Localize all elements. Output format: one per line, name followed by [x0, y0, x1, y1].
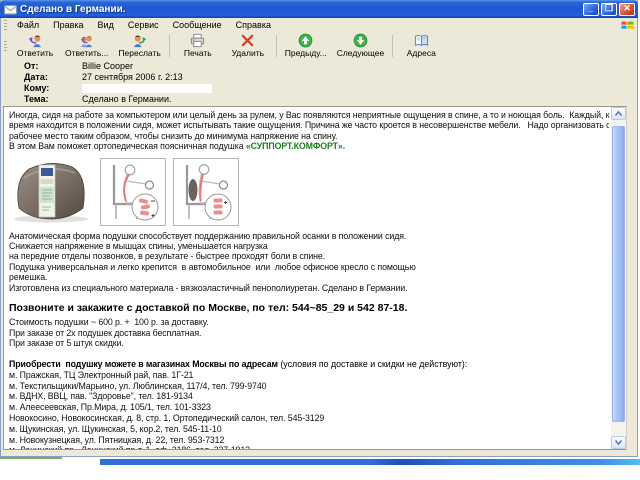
title-bar[interactable]: Сделано в Германии. _ ❐ ✕: [0, 0, 638, 18]
order-detail-line: При заказе от 5 штук скидки.: [9, 338, 609, 349]
store-address: м. Текстильщики/Марьино, ул. Люблинская,…: [9, 381, 609, 392]
store-address: м. Щукинская, ул. Щукинская, 5, кор.2, т…: [9, 424, 609, 435]
posture-diagram-with-pillow-image: [173, 158, 239, 226]
email-message-window: Сделано в Германии. _ ❐ ✕ Файл Правка Ви…: [0, 0, 638, 457]
product-name: «СУППОРТ.КОМФОРТ».: [246, 141, 345, 151]
header-row-date: Дата: 27 сентября 2006 г. 2:13: [2, 72, 637, 83]
previous-button-label: Предыду...: [285, 48, 327, 58]
forward-button-label: Переслать: [118, 48, 160, 58]
pillow-photo-image: [9, 158, 93, 224]
chevron-up-icon: [615, 111, 622, 116]
to-label: Кому:: [2, 83, 82, 94]
menu-help[interactable]: Справка: [229, 19, 278, 31]
scroll-down-button[interactable]: [611, 436, 626, 449]
toolbar-grip-handle[interactable]: [4, 41, 7, 51]
store-address: м. Алеесеевская, Пр.Мира, д. 105/1, тел.…: [9, 402, 609, 413]
toolbar-separator: [392, 35, 393, 57]
reply-button-label: Ответить: [17, 48, 53, 58]
reply-button[interactable]: Ответить: [10, 33, 60, 59]
delete-button-label: Удалить: [232, 48, 264, 58]
scroll-up-button[interactable]: [611, 107, 626, 120]
toolbar: Ответить Ответить...: [2, 32, 637, 60]
menu-grip-handle[interactable]: [4, 20, 7, 30]
vertical-scrollbar[interactable]: [611, 107, 626, 449]
date-label: Дата:: [2, 72, 82, 83]
order-details: Стоимость подушки ~ 600 р. + 100 р. за д…: [9, 317, 609, 349]
date-value: 27 сентября 2006 г. 2:13: [82, 72, 183, 83]
order-detail-line: Стоимость подушки ~ 600 р. + 100 р. за д…: [9, 317, 609, 328]
subject-label: Тема:: [2, 94, 82, 105]
mail-icon: [4, 4, 17, 15]
stores-heading-normal: (условия по доставке и скидки не действу…: [278, 359, 467, 369]
window-title: Сделано в Германии.: [20, 4, 583, 15]
stores-heading-bold: Приобрести подушку можете в магазинах Мо…: [9, 359, 278, 369]
delete-icon: [240, 33, 255, 48]
toolbar-separator: [276, 35, 277, 57]
print-button[interactable]: Печать: [173, 33, 223, 59]
next-button-label: Следующее: [337, 48, 385, 58]
windows-logo-icon: [620, 18, 635, 32]
helper-prefix: В этом Вам поможет ортопедическая поясни…: [9, 141, 246, 151]
reply-all-button-label: Ответить...: [65, 48, 108, 58]
background-green-segment: [0, 457, 62, 459]
reply-icon: [28, 33, 43, 48]
previous-button[interactable]: Предыду...: [280, 33, 332, 59]
menu-tools[interactable]: Сервис: [121, 19, 166, 31]
close-button[interactable]: ✕: [619, 3, 635, 16]
store-address: м. Новокузнецкая, ул. Пятницкая, д. 22, …: [9, 435, 609, 446]
maximize-button[interactable]: ❐: [601, 3, 617, 16]
screen: Сделано в Германии. _ ❐ ✕ Файл Правка Ви…: [0, 0, 640, 480]
menu-message[interactable]: Сообщение: [166, 19, 229, 31]
order-heading: Позвоните и закажите с доставкой по Моск…: [9, 302, 609, 314]
background-taskbar-strip: [100, 459, 640, 465]
menu-edit[interactable]: Правка: [46, 19, 90, 31]
store-address: Новокосино, Новокосинская, д. 8, стр. 1,…: [9, 413, 609, 424]
addresses-icon: [414, 33, 429, 48]
menu-file[interactable]: Файл: [10, 19, 46, 31]
from-label: От:: [2, 61, 82, 72]
forward-button[interactable]: Переслать: [113, 33, 165, 59]
helper-line: В этом Вам поможет ортопедическая поясни…: [9, 141, 609, 151]
scrollbar-thumb[interactable]: [612, 126, 625, 422]
subject-value: Сделано в Германии.: [82, 94, 171, 105]
store-address: м. Пражская, ТЦ Электронный рай, пав. 1Г…: [9, 370, 609, 381]
reply-all-button[interactable]: Ответить...: [60, 33, 113, 59]
menu-view[interactable]: Вид: [91, 19, 121, 31]
posture-diagram-no-pillow-image: [100, 158, 166, 226]
store-address: м. Ленинский пр., Ленинский пр-т, 1, оф.…: [9, 445, 609, 449]
header-row-from: От: Billie Cooper: [2, 61, 637, 72]
delete-button[interactable]: Удалить: [223, 33, 273, 59]
forward-icon: [132, 33, 147, 48]
store-address: м. ВДНХ, ВВЦ, пав. "Здоровье", тел. 181-…: [9, 391, 609, 402]
minimize-button[interactable]: _: [583, 3, 599, 16]
benefits-paragraph: Анатомическая форма подушки способствует…: [9, 231, 609, 293]
header-row-to: Кому:: [2, 83, 637, 94]
toolbar-separator: [169, 35, 170, 57]
stores-heading: Приобрести подушку можете в магазинах Мо…: [9, 359, 609, 369]
message-headers: От: Billie Cooper Дата: 27 сентября 2006…: [2, 59, 637, 105]
previous-icon: [298, 33, 313, 48]
print-icon: [190, 33, 205, 48]
header-row-subject: Тема: Сделано в Германии.: [2, 94, 637, 105]
reply-all-icon: [79, 33, 94, 48]
next-button[interactable]: Следующее: [332, 33, 390, 59]
message-body-content: Иногда, сидя на работе за компьютером ил…: [4, 107, 611, 449]
desktop-background-strip: [0, 457, 640, 480]
chevron-down-icon: [615, 440, 622, 445]
message-body-pane: Иногда, сидя на работе за компьютером ил…: [3, 106, 627, 450]
addresses-button[interactable]: Адреса: [396, 33, 446, 59]
to-value-redacted: [82, 84, 212, 93]
addresses-button-label: Адреса: [407, 48, 436, 58]
from-value: Billie Cooper: [82, 61, 133, 72]
window-controls: _ ❐ ✕: [583, 3, 635, 16]
order-detail-line: При заказе от 2х подушек доставка беспла…: [9, 328, 609, 339]
product-images-row: [9, 158, 609, 226]
intro-paragraph: Иногда, сидя на работе за компьютером ил…: [9, 110, 609, 141]
next-icon: [353, 33, 368, 48]
menu-bar: Файл Правка Вид Сервис Сообщение Справка: [2, 18, 637, 33]
print-button-label: Печать: [184, 48, 212, 58]
stores-list: м. Пражская, ТЦ Электронный рай, пав. 1Г…: [9, 370, 609, 449]
